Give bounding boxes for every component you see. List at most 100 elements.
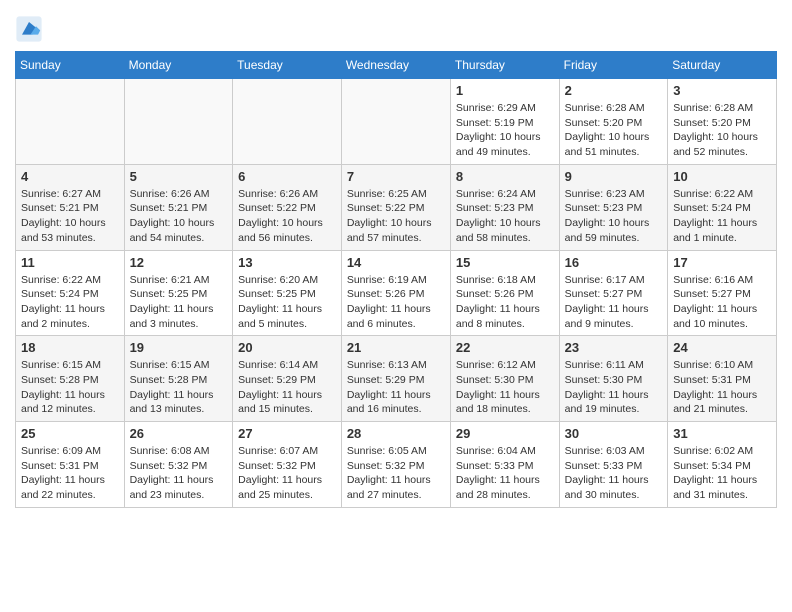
calendar-cell: 8 Sunrise: 6:24 AMSunset: 5:23 PMDaylight… xyxy=(450,164,559,250)
day-number: 12 xyxy=(130,255,228,270)
day-info: Sunrise: 6:04 AMSunset: 5:33 PMDaylight:… xyxy=(456,444,554,503)
day-info: Sunrise: 6:22 AMSunset: 5:24 PMDaylight:… xyxy=(21,273,119,332)
day-number: 20 xyxy=(238,340,336,355)
day-info: Sunrise: 6:11 AMSunset: 5:30 PMDaylight:… xyxy=(565,358,663,417)
day-number: 27 xyxy=(238,426,336,441)
day-number: 22 xyxy=(456,340,554,355)
calendar-cell: 28 Sunrise: 6:05 AMSunset: 5:32 PMDayligh… xyxy=(341,422,450,508)
day-number: 16 xyxy=(565,255,663,270)
day-number: 2 xyxy=(565,83,663,98)
day-info: Sunrise: 6:28 AMSunset: 5:20 PMDaylight:… xyxy=(673,101,771,160)
calendar-cell: 22 Sunrise: 6:12 AMSunset: 5:30 PMDayligh… xyxy=(450,336,559,422)
day-info: Sunrise: 6:02 AMSunset: 5:34 PMDaylight:… xyxy=(673,444,771,503)
day-number: 17 xyxy=(673,255,771,270)
day-number: 28 xyxy=(347,426,445,441)
day-info: Sunrise: 6:24 AMSunset: 5:23 PMDaylight:… xyxy=(456,187,554,246)
calendar-cell: 29 Sunrise: 6:04 AMSunset: 5:33 PMDayligh… xyxy=(450,422,559,508)
calendar-cell: 21 Sunrise: 6:13 AMSunset: 5:29 PMDayligh… xyxy=(341,336,450,422)
page-header xyxy=(15,10,777,43)
day-number: 3 xyxy=(673,83,771,98)
calendar-cell: 27 Sunrise: 6:07 AMSunset: 5:32 PMDayligh… xyxy=(233,422,342,508)
calendar-cell: 26 Sunrise: 6:08 AMSunset: 5:32 PMDayligh… xyxy=(124,422,233,508)
day-number: 10 xyxy=(673,169,771,184)
calendar-cell: 23 Sunrise: 6:11 AMSunset: 5:30 PMDayligh… xyxy=(559,336,668,422)
day-info: Sunrise: 6:28 AMSunset: 5:20 PMDaylight:… xyxy=(565,101,663,160)
col-header-thursday: Thursday xyxy=(450,52,559,79)
day-info: Sunrise: 6:10 AMSunset: 5:31 PMDaylight:… xyxy=(673,358,771,417)
calendar-week-4: 18 Sunrise: 6:15 AMSunset: 5:28 PMDayligh… xyxy=(16,336,777,422)
calendar-cell: 24 Sunrise: 6:10 AMSunset: 5:31 PMDayligh… xyxy=(668,336,777,422)
day-info: Sunrise: 6:13 AMSunset: 5:29 PMDaylight:… xyxy=(347,358,445,417)
col-header-sunday: Sunday xyxy=(16,52,125,79)
calendar-week-3: 11 Sunrise: 6:22 AMSunset: 5:24 PMDayligh… xyxy=(16,250,777,336)
calendar-cell: 20Sunrise: 6:14 AMSunset: 5:29 PMDayligh… xyxy=(233,336,342,422)
logo-icon xyxy=(15,15,43,43)
day-number: 11 xyxy=(21,255,119,270)
col-header-wednesday: Wednesday xyxy=(341,52,450,79)
day-number: 8 xyxy=(456,169,554,184)
day-number: 21 xyxy=(347,340,445,355)
day-info: Sunrise: 6:17 AMSunset: 5:27 PMDaylight:… xyxy=(565,273,663,332)
calendar-cell xyxy=(341,79,450,165)
calendar-cell: 12 Sunrise: 6:21 AMSunset: 5:25 PMDayligh… xyxy=(124,250,233,336)
day-number: 14 xyxy=(347,255,445,270)
day-info: Sunrise: 6:25 AMSunset: 5:22 PMDaylight:… xyxy=(347,187,445,246)
day-info: Sunrise: 6:12 AMSunset: 5:30 PMDaylight:… xyxy=(456,358,554,417)
calendar-cell xyxy=(233,79,342,165)
day-number: 18 xyxy=(21,340,119,355)
col-header-tuesday: Tuesday xyxy=(233,52,342,79)
calendar-cell: 16 Sunrise: 6:17 AMSunset: 5:27 PMDayligh… xyxy=(559,250,668,336)
day-number: 23 xyxy=(565,340,663,355)
day-info: Sunrise: 6:26 AMSunset: 5:21 PMDaylight:… xyxy=(130,187,228,246)
day-number: 7 xyxy=(347,169,445,184)
calendar-cell xyxy=(16,79,125,165)
calendar-cell: 2 Sunrise: 6:28 AMSunset: 5:20 PMDaylight… xyxy=(559,79,668,165)
day-info: Sunrise: 6:08 AMSunset: 5:32 PMDaylight:… xyxy=(130,444,228,503)
day-info: Sunrise: 6:15 AMSunset: 5:28 PMDaylight:… xyxy=(21,358,119,417)
day-info: Sunrise: 6:19 AMSunset: 5:26 PMDaylight:… xyxy=(347,273,445,332)
day-number: 13 xyxy=(238,255,336,270)
day-info: Sunrise: 6:29 AMSunset: 5:19 PMDaylight:… xyxy=(456,101,554,160)
day-info: Sunrise: 6:05 AMSunset: 5:32 PMDaylight:… xyxy=(347,444,445,503)
calendar-cell: 6 Sunrise: 6:26 AMSunset: 5:22 PMDaylight… xyxy=(233,164,342,250)
calendar-cell xyxy=(124,79,233,165)
calendar-cell: 11 Sunrise: 6:22 AMSunset: 5:24 PMDayligh… xyxy=(16,250,125,336)
calendar-week-1: 1 Sunrise: 6:29 AMSunset: 5:19 PMDaylight… xyxy=(16,79,777,165)
day-number: 6 xyxy=(238,169,336,184)
day-info: Sunrise: 6:22 AMSunset: 5:24 PMDaylight:… xyxy=(673,187,771,246)
day-info: Sunrise: 6:18 AMSunset: 5:26 PMDaylight:… xyxy=(456,273,554,332)
calendar-cell: 25 Sunrise: 6:09 AMSunset: 5:31 PMDayligh… xyxy=(16,422,125,508)
day-number: 15 xyxy=(456,255,554,270)
calendar-table: SundayMondayTuesdayWednesdayThursdayFrid… xyxy=(15,51,777,508)
calendar-cell: 1 Sunrise: 6:29 AMSunset: 5:19 PMDaylight… xyxy=(450,79,559,165)
day-number: 24 xyxy=(673,340,771,355)
calendar-cell: 14 Sunrise: 6:19 AMSunset: 5:26 PMDayligh… xyxy=(341,250,450,336)
day-number: 26 xyxy=(130,426,228,441)
day-info: Sunrise: 6:07 AMSunset: 5:32 PMDaylight:… xyxy=(238,444,336,503)
day-number: 25 xyxy=(21,426,119,441)
calendar-cell: 5 Sunrise: 6:26 AMSunset: 5:21 PMDaylight… xyxy=(124,164,233,250)
calendar-header-row: SundayMondayTuesdayWednesdayThursdayFrid… xyxy=(16,52,777,79)
day-number: 9 xyxy=(565,169,663,184)
calendar-cell: 15 Sunrise: 6:18 AMSunset: 5:26 PMDayligh… xyxy=(450,250,559,336)
day-number: 5 xyxy=(130,169,228,184)
calendar-week-2: 4Sunrise: 6:27 AMSunset: 5:21 PMDaylight… xyxy=(16,164,777,250)
day-info: Sunrise: 6:21 AMSunset: 5:25 PMDaylight:… xyxy=(130,273,228,332)
logo xyxy=(15,15,47,43)
day-info: Sunrise: 6:16 AMSunset: 5:27 PMDaylight:… xyxy=(673,273,771,332)
col-header-saturday: Saturday xyxy=(668,52,777,79)
col-header-friday: Friday xyxy=(559,52,668,79)
calendar-cell: 30Sunrise: 6:03 AMSunset: 5:33 PMDayligh… xyxy=(559,422,668,508)
calendar-cell: 7 Sunrise: 6:25 AMSunset: 5:22 PMDaylight… xyxy=(341,164,450,250)
day-number: 1 xyxy=(456,83,554,98)
calendar-cell: 18 Sunrise: 6:15 AMSunset: 5:28 PMDayligh… xyxy=(16,336,125,422)
day-number: 29 xyxy=(456,426,554,441)
day-number: 30 xyxy=(565,426,663,441)
day-info: Sunrise: 6:26 AMSunset: 5:22 PMDaylight:… xyxy=(238,187,336,246)
day-info: Sunrise: 6:23 AMSunset: 5:23 PMDaylight:… xyxy=(565,187,663,246)
calendar-cell: 31 Sunrise: 6:02 AMSunset: 5:34 PMDayligh… xyxy=(668,422,777,508)
day-info: Sunrise: 6:09 AMSunset: 5:31 PMDaylight:… xyxy=(21,444,119,503)
day-number: 31 xyxy=(673,426,771,441)
day-number: 19 xyxy=(130,340,228,355)
calendar-week-5: 25 Sunrise: 6:09 AMSunset: 5:31 PMDayligh… xyxy=(16,422,777,508)
